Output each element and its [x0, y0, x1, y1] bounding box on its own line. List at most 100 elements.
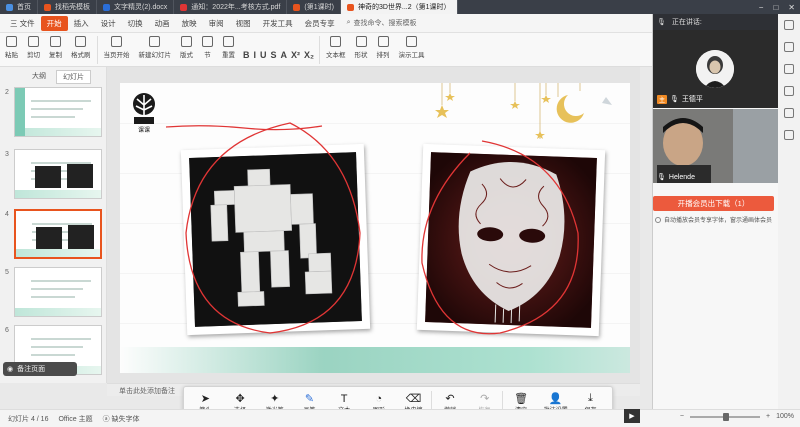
participant-name-label: 🎙 Helende — [657, 173, 695, 182]
document-tab[interactable]: 通知：2022年...考核方式.pdf — [174, 0, 288, 14]
zoom-in-icon[interactable]: + — [766, 413, 770, 420]
speaking-label: 正在讲话: — [671, 19, 702, 26]
thumbnail-wave — [15, 308, 101, 316]
member-download-button[interactable]: 开播会员出下载（1） — [653, 196, 774, 211]
slideshow-play-button[interactable]: ▶ — [624, 409, 640, 423]
slide-thumbnail[interactable] — [14, 87, 102, 137]
document-tab-label: 神奇的3D世界...2（第1课时） — [357, 4, 451, 11]
ribbon-button-label: 节 — [204, 52, 211, 59]
ribbon-button[interactable]: 重置 — [219, 36, 238, 59]
ribbon-button[interactable]: 格式刷 — [68, 36, 94, 59]
ribbon-icon — [377, 36, 389, 47]
slide-thumbnail-row[interactable]: 2 — [0, 87, 107, 137]
document-type-icon — [180, 3, 188, 11]
rail-share-icon[interactable] — [784, 108, 794, 118]
slide-thumbnail[interactable] — [14, 209, 102, 259]
slide-canvas[interactable]: 课课 — [107, 67, 640, 383]
notes-placeholder: 单击此处添加备注 — [119, 388, 175, 395]
rail-properties-icon[interactable] — [784, 20, 794, 30]
host-name: 王德平 — [681, 96, 703, 103]
ribbon-icon — [50, 36, 61, 47]
ribbon-button-label: 复制 — [49, 52, 62, 59]
zoom-slider[interactable] — [690, 412, 760, 421]
ribbon-button[interactable]: 演示工具 — [396, 36, 428, 59]
ribbon-button[interactable]: 当页开始 — [101, 36, 133, 59]
rail-comment-icon[interactable] — [784, 86, 794, 96]
format-button[interactable]: X² — [289, 50, 302, 60]
format-button[interactable]: S — [269, 50, 279, 60]
consent-option[interactable]: 自动播放会员专享字体，窗示通画体会员 — [655, 215, 772, 224]
ribbon-button[interactable]: 排列 — [374, 36, 393, 59]
ribbon-button-label: 排列 — [376, 52, 390, 59]
ribbon-button-label: 演示工具 — [398, 52, 425, 59]
document-tab[interactable]: 首页 — [0, 0, 38, 14]
slide-number: 2 — [5, 89, 9, 96]
document-tab[interactable]: 神奇的3D世界...2（第1课时） — [340, 0, 458, 14]
close-icon[interactable]: ✕ — [783, 3, 800, 12]
ribbon-button[interactable]: 版式 — [177, 36, 196, 59]
ribbon-button[interactable]: 节 — [199, 36, 216, 59]
ribbon-icon — [28, 36, 39, 47]
notes-pill-button[interactable]: ◉ 备注页面 — [3, 362, 77, 376]
ribbon-button[interactable]: 复制 — [46, 36, 65, 59]
ribbon-button-label: 文本框 — [326, 52, 346, 59]
slide-number: 3 — [5, 151, 9, 158]
document-tab[interactable]: 找稻壳模板 — [38, 0, 97, 14]
ribbon-button[interactable]: 新建幻灯片 — [136, 36, 175, 59]
ribbon-button[interactable]: 粘贴 — [2, 36, 21, 59]
format-button[interactable]: B — [241, 50, 252, 60]
rail-animation-icon[interactable] — [784, 42, 794, 52]
document-type-icon — [6, 3, 13, 11]
format-button[interactable]: A — [279, 50, 290, 60]
thumbnail-text-line — [31, 108, 83, 110]
menu-tab[interactable]: 切换 — [122, 16, 149, 31]
slide-thumbnail-row[interactable]: 4 — [0, 209, 107, 259]
zoom-out-icon[interactable]: − — [680, 413, 684, 420]
menu-tab[interactable]: 视图 — [230, 16, 257, 31]
current-slide[interactable]: 课课 — [120, 83, 630, 373]
panel-tab[interactable]: 幻灯片 — [56, 70, 91, 84]
rail-location-icon[interactable] — [784, 130, 794, 140]
host-video-tile[interactable]: 主 🎙 王德平 — [653, 30, 779, 108]
menu-tab[interactable]: 放映 — [176, 16, 203, 31]
command-search[interactable]: ⌕ 查找命令、搜索模板 — [347, 18, 417, 28]
missing-font-indicator[interactable]: ⓐ 缺失字体 — [103, 414, 140, 424]
menu-tab[interactable]: 审阅 — [203, 16, 230, 31]
ribbon-button[interactable]: 形状 — [352, 36, 371, 59]
zoom-level[interactable]: 100% — [776, 413, 794, 420]
menu-tab[interactable]: 动画 — [149, 16, 176, 31]
participant-camera[interactable]: 🎙 Helende — [653, 109, 779, 183]
slide-thumbnail-panel: 大纲 幻灯片 2 3 4 5 6 — [0, 67, 107, 383]
slide-thumbnail-row[interactable]: 5 — [0, 267, 107, 317]
status-bar: 幻灯片 4 / 16 Office 主题 ⓐ 缺失字体 − + 100% — [0, 409, 800, 427]
menu-tab[interactable]: 会员专享 — [299, 16, 341, 31]
format-button[interactable]: X₂ — [302, 50, 316, 60]
font-icon: ⓐ — [102, 415, 112, 423]
zoom-slider-knob[interactable] — [723, 412, 729, 421]
consent-radio[interactable] — [655, 216, 661, 223]
ribbon-button-label: 剪切 — [27, 52, 40, 59]
slide-thumbnail[interactable] — [14, 149, 102, 199]
rail-format-icon[interactable] — [784, 64, 794, 74]
maximize-icon[interactable]: □ — [768, 3, 783, 12]
document-type-icon — [346, 3, 354, 11]
menu-tab[interactable]: 设计 — [95, 16, 122, 31]
save-download-icon: ⤓ — [588, 392, 593, 404]
text-icon: T — [340, 392, 348, 405]
ribbon-button[interactable]: 文本框 — [323, 36, 349, 59]
menu-tab[interactable]: 开发工具 — [257, 16, 299, 31]
document-tab[interactable]: (第1课时) — [287, 0, 341, 14]
document-type-icon — [293, 3, 301, 11]
mic-on-icon: 🎙 — [670, 96, 679, 103]
panel-tab[interactable]: 大纲 — [26, 70, 52, 84]
minimize-icon[interactable]: − — [754, 3, 769, 12]
ribbon-button[interactable]: 剪切 — [24, 36, 43, 59]
text-format-group: B I U S A X² X₂ — [241, 50, 316, 60]
menu-tab[interactable]: 插入 — [68, 16, 95, 31]
menu-tab[interactable]: 开始 — [40, 15, 68, 31]
slide-thumbnail[interactable] — [14, 267, 102, 317]
slide-thumbnail-row[interactable]: 3 — [0, 149, 107, 199]
file-menu[interactable]: 三 文件 — [4, 16, 41, 31]
document-tab[interactable]: 文字精灵(2).docx — [97, 0, 175, 14]
format-button[interactable]: U — [258, 50, 269, 60]
